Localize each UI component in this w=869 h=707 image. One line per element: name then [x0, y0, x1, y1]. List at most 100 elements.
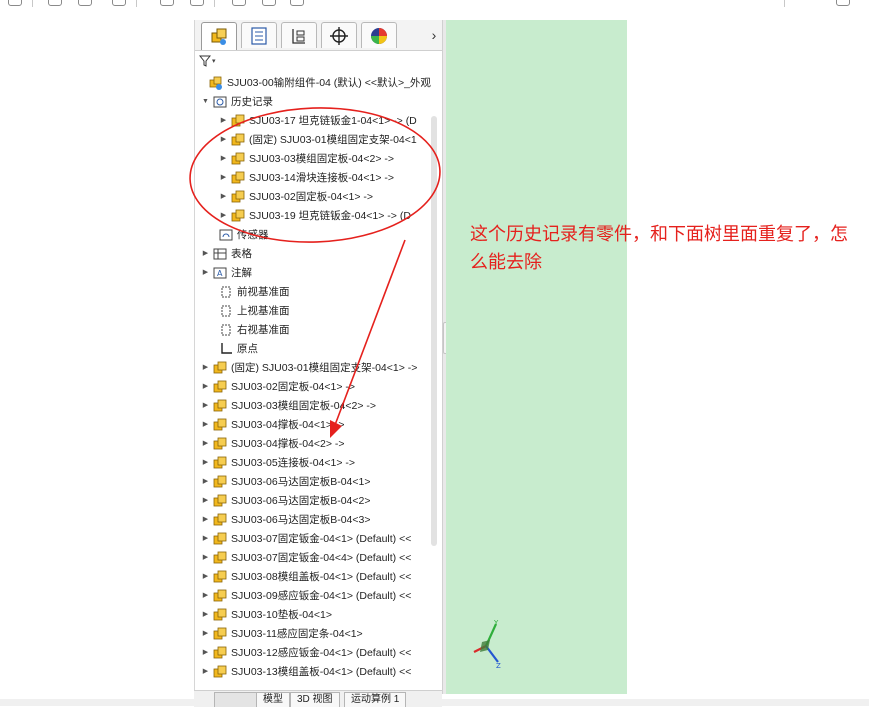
component-item[interactable]: ▶ SJU03-06马达固定板B-04<3>: [201, 511, 370, 529]
manager-tab-bar: ›: [195, 20, 443, 51]
expand-arrow-icon[interactable]: ▶: [219, 207, 228, 225]
expand-arrow-icon[interactable]: ▶: [201, 587, 210, 605]
tree-item-plane[interactable]: 上视基准面: [207, 302, 290, 320]
expand-arrow-icon[interactable]: ▶: [201, 568, 210, 586]
expand-arrow-icon[interactable]: ▶: [201, 606, 210, 624]
history-item[interactable]: ▶ SJU03-17 坦克链钣金1-04<1> -> (D: [219, 112, 417, 130]
expand-arrow-icon[interactable]: ▶: [201, 359, 210, 377]
tab-display-manager[interactable]: [361, 22, 397, 48]
expand-arrow-icon[interactable]: ▶: [201, 454, 210, 472]
history-item[interactable]: ▶ SJU03-03模组固定板-04<2> ->: [219, 150, 394, 168]
expand-arrow-icon[interactable]: ▶: [219, 150, 228, 168]
expand-arrow-icon[interactable]: ▶: [219, 131, 228, 149]
tree-item-sensors[interactable]: 传感器: [207, 226, 269, 244]
tree-item-plane[interactable]: 前视基准面: [207, 283, 290, 301]
expand-arrow-icon[interactable]: ▶: [201, 492, 210, 510]
component-item[interactable]: ▶ SJU03-04撑板-04<2> ->: [201, 435, 345, 453]
component-item[interactable]: ▶ SJU03-11感应固定条-04<1>: [201, 625, 363, 643]
part-icon: [212, 588, 228, 604]
history-item[interactable]: ▶ SJU03-14滑块连接板-04<1> ->: [219, 169, 394, 187]
tree-item-label: SJU03-04撑板-04<1> ->: [231, 419, 345, 431]
component-item[interactable]: ▶ SJU03-07固定钣金-04<1> (Default) <<: [201, 530, 411, 548]
tree-item-tables[interactable]: ▶ 表格: [201, 245, 252, 263]
tree-item-history[interactable]: ▼ 历史记录: [201, 93, 273, 111]
tree-item-label: 传感器: [237, 229, 269, 241]
component-item[interactable]: ▶ SJU03-12感应钣金-04<1> (Default) <<: [201, 644, 411, 662]
expand-arrow-icon[interactable]: ▶: [219, 169, 228, 187]
edit-appearance-icon[interactable]: [262, 0, 276, 6]
part-icon: [212, 550, 228, 566]
component-item[interactable]: ▶ SJU03-03模组固定板-04<2> ->: [201, 397, 376, 415]
tree-item-origin[interactable]: 原点: [207, 340, 258, 358]
component-item[interactable]: ▶ SJU03-02固定板-04<1> ->: [201, 378, 355, 396]
zoom-area-icon[interactable]: [78, 0, 92, 6]
scene-icon[interactable]: [290, 0, 304, 6]
component-item[interactable]: ▶ SJU03-07固定钣金-04<4> (Default) <<: [201, 549, 411, 567]
view-orientation-icon[interactable]: [160, 0, 174, 6]
sketch-icon[interactable]: [8, 0, 22, 6]
display-style-icon[interactable]: [190, 0, 204, 6]
expand-arrow-icon[interactable]: ▶: [201, 530, 210, 548]
expand-arrow-icon[interactable]: ▶: [201, 625, 210, 643]
expand-arrow-icon[interactable]: ▶: [201, 473, 210, 491]
graphics-viewport[interactable]: [446, 20, 627, 694]
expand-arrow-icon[interactable]: ▶: [201, 245, 210, 263]
tab-configuration-manager[interactable]: [281, 22, 317, 48]
tree-item-label: 注解: [231, 267, 252, 279]
tree-root-assembly[interactable]: SJU03-00输附组件-04 (默认) <<默认>_外观: [197, 74, 431, 92]
expand-arrow-icon[interactable]: ▶: [201, 549, 210, 567]
tab-property-manager[interactable]: [241, 22, 277, 48]
table-folder-icon: [212, 246, 228, 262]
component-item[interactable]: ▶ SJU03-04撑板-04<1> ->: [201, 416, 345, 434]
expand-arrow-icon[interactable]: ▼: [201, 93, 210, 111]
tree-item-label: 前视基准面: [237, 286, 290, 298]
tab-feature-manager[interactable]: [201, 22, 237, 50]
expand-arrow-icon[interactable]: ▶: [201, 644, 210, 662]
expand-arrow-icon[interactable]: ▶: [201, 416, 210, 434]
hide-show-icon[interactable]: [232, 0, 246, 6]
part-icon: [230, 170, 246, 186]
tab-3d-view[interactable]: 3D 视图: [290, 692, 340, 707]
tab-motion-study[interactable]: 运动算例 1: [344, 692, 407, 707]
tree-item-label: SJU03-10垫板-04<1>: [231, 609, 332, 621]
more-tabs-button[interactable]: ›: [427, 24, 441, 46]
expand-arrow-icon[interactable]: ▶: [201, 397, 210, 415]
section-view-icon[interactable]: [112, 0, 126, 6]
expand-arrow-icon[interactable]: ▶: [219, 188, 228, 206]
component-item[interactable]: ▶ SJU03-06马达固定板B-04<1>: [201, 473, 370, 491]
part-icon: [212, 417, 228, 433]
zoom-fit-icon[interactable]: [48, 0, 62, 6]
component-item[interactable]: ▶ SJU03-09感应钣金-04<1> (Default) <<: [201, 587, 411, 605]
expand-arrow-icon[interactable]: ▶: [201, 663, 210, 681]
svg-text:Y: Y: [493, 619, 499, 627]
tab-model[interactable]: 模型: [256, 692, 290, 707]
component-item[interactable]: ▶ SJU03-13模组盖板-04<1> (Default) <<: [201, 663, 411, 681]
filter-icon: [199, 55, 211, 67]
component-item[interactable]: ▶ (固定) SJU03-01模组固定支架-04<1> ->: [201, 359, 417, 377]
history-item[interactable]: ▶ (固定) SJU03-01模组固定支架-04<1: [219, 131, 417, 149]
tree-item-label: SJU03-14滑块连接板-04<1> ->: [249, 172, 395, 184]
component-item[interactable]: ▶ SJU03-10垫板-04<1>: [201, 606, 332, 624]
component-item[interactable]: ▶ SJU03-06马达固定板B-04<2>: [201, 492, 370, 510]
view-settings-icon[interactable]: [836, 0, 850, 6]
component-item[interactable]: ▶ SJU03-08模组盖板-04<1> (Default) <<: [201, 568, 411, 586]
tree-item-annotations[interactable]: ▶ A 注解: [201, 264, 252, 282]
tree-item-label: SJU03-06马达固定板B-04<2>: [231, 495, 371, 507]
tree-item-plane[interactable]: 右视基准面: [207, 321, 290, 339]
expand-arrow-icon[interactable]: ▶: [201, 378, 210, 396]
expand-arrow-icon[interactable]: ▶: [219, 112, 228, 130]
part-icon: [212, 455, 228, 471]
history-item[interactable]: ▶ SJU03-19 坦克链钣金-04<1> -> (D: [219, 207, 411, 225]
tree-scrollbar[interactable]: [431, 116, 437, 546]
component-item[interactable]: ▶ SJU03-05连接板-04<1> ->: [201, 454, 355, 472]
tree-item-label: SJU03-12感应钣金-04<1> (Default) <<: [231, 647, 412, 659]
history-item[interactable]: ▶ SJU03-02固定板-04<1> ->: [219, 188, 373, 206]
tree-item-label: 上视基准面: [237, 305, 290, 317]
part-icon: [230, 132, 246, 148]
tree-filter-button[interactable]: ▾: [199, 53, 216, 69]
expand-arrow-icon[interactable]: ▶: [201, 511, 210, 529]
tab-dimxpert-manager[interactable]: [321, 22, 357, 48]
expand-arrow-icon[interactable]: ▶: [201, 264, 210, 282]
expand-arrow-icon[interactable]: ▶: [201, 435, 210, 453]
part-icon: [212, 626, 228, 642]
